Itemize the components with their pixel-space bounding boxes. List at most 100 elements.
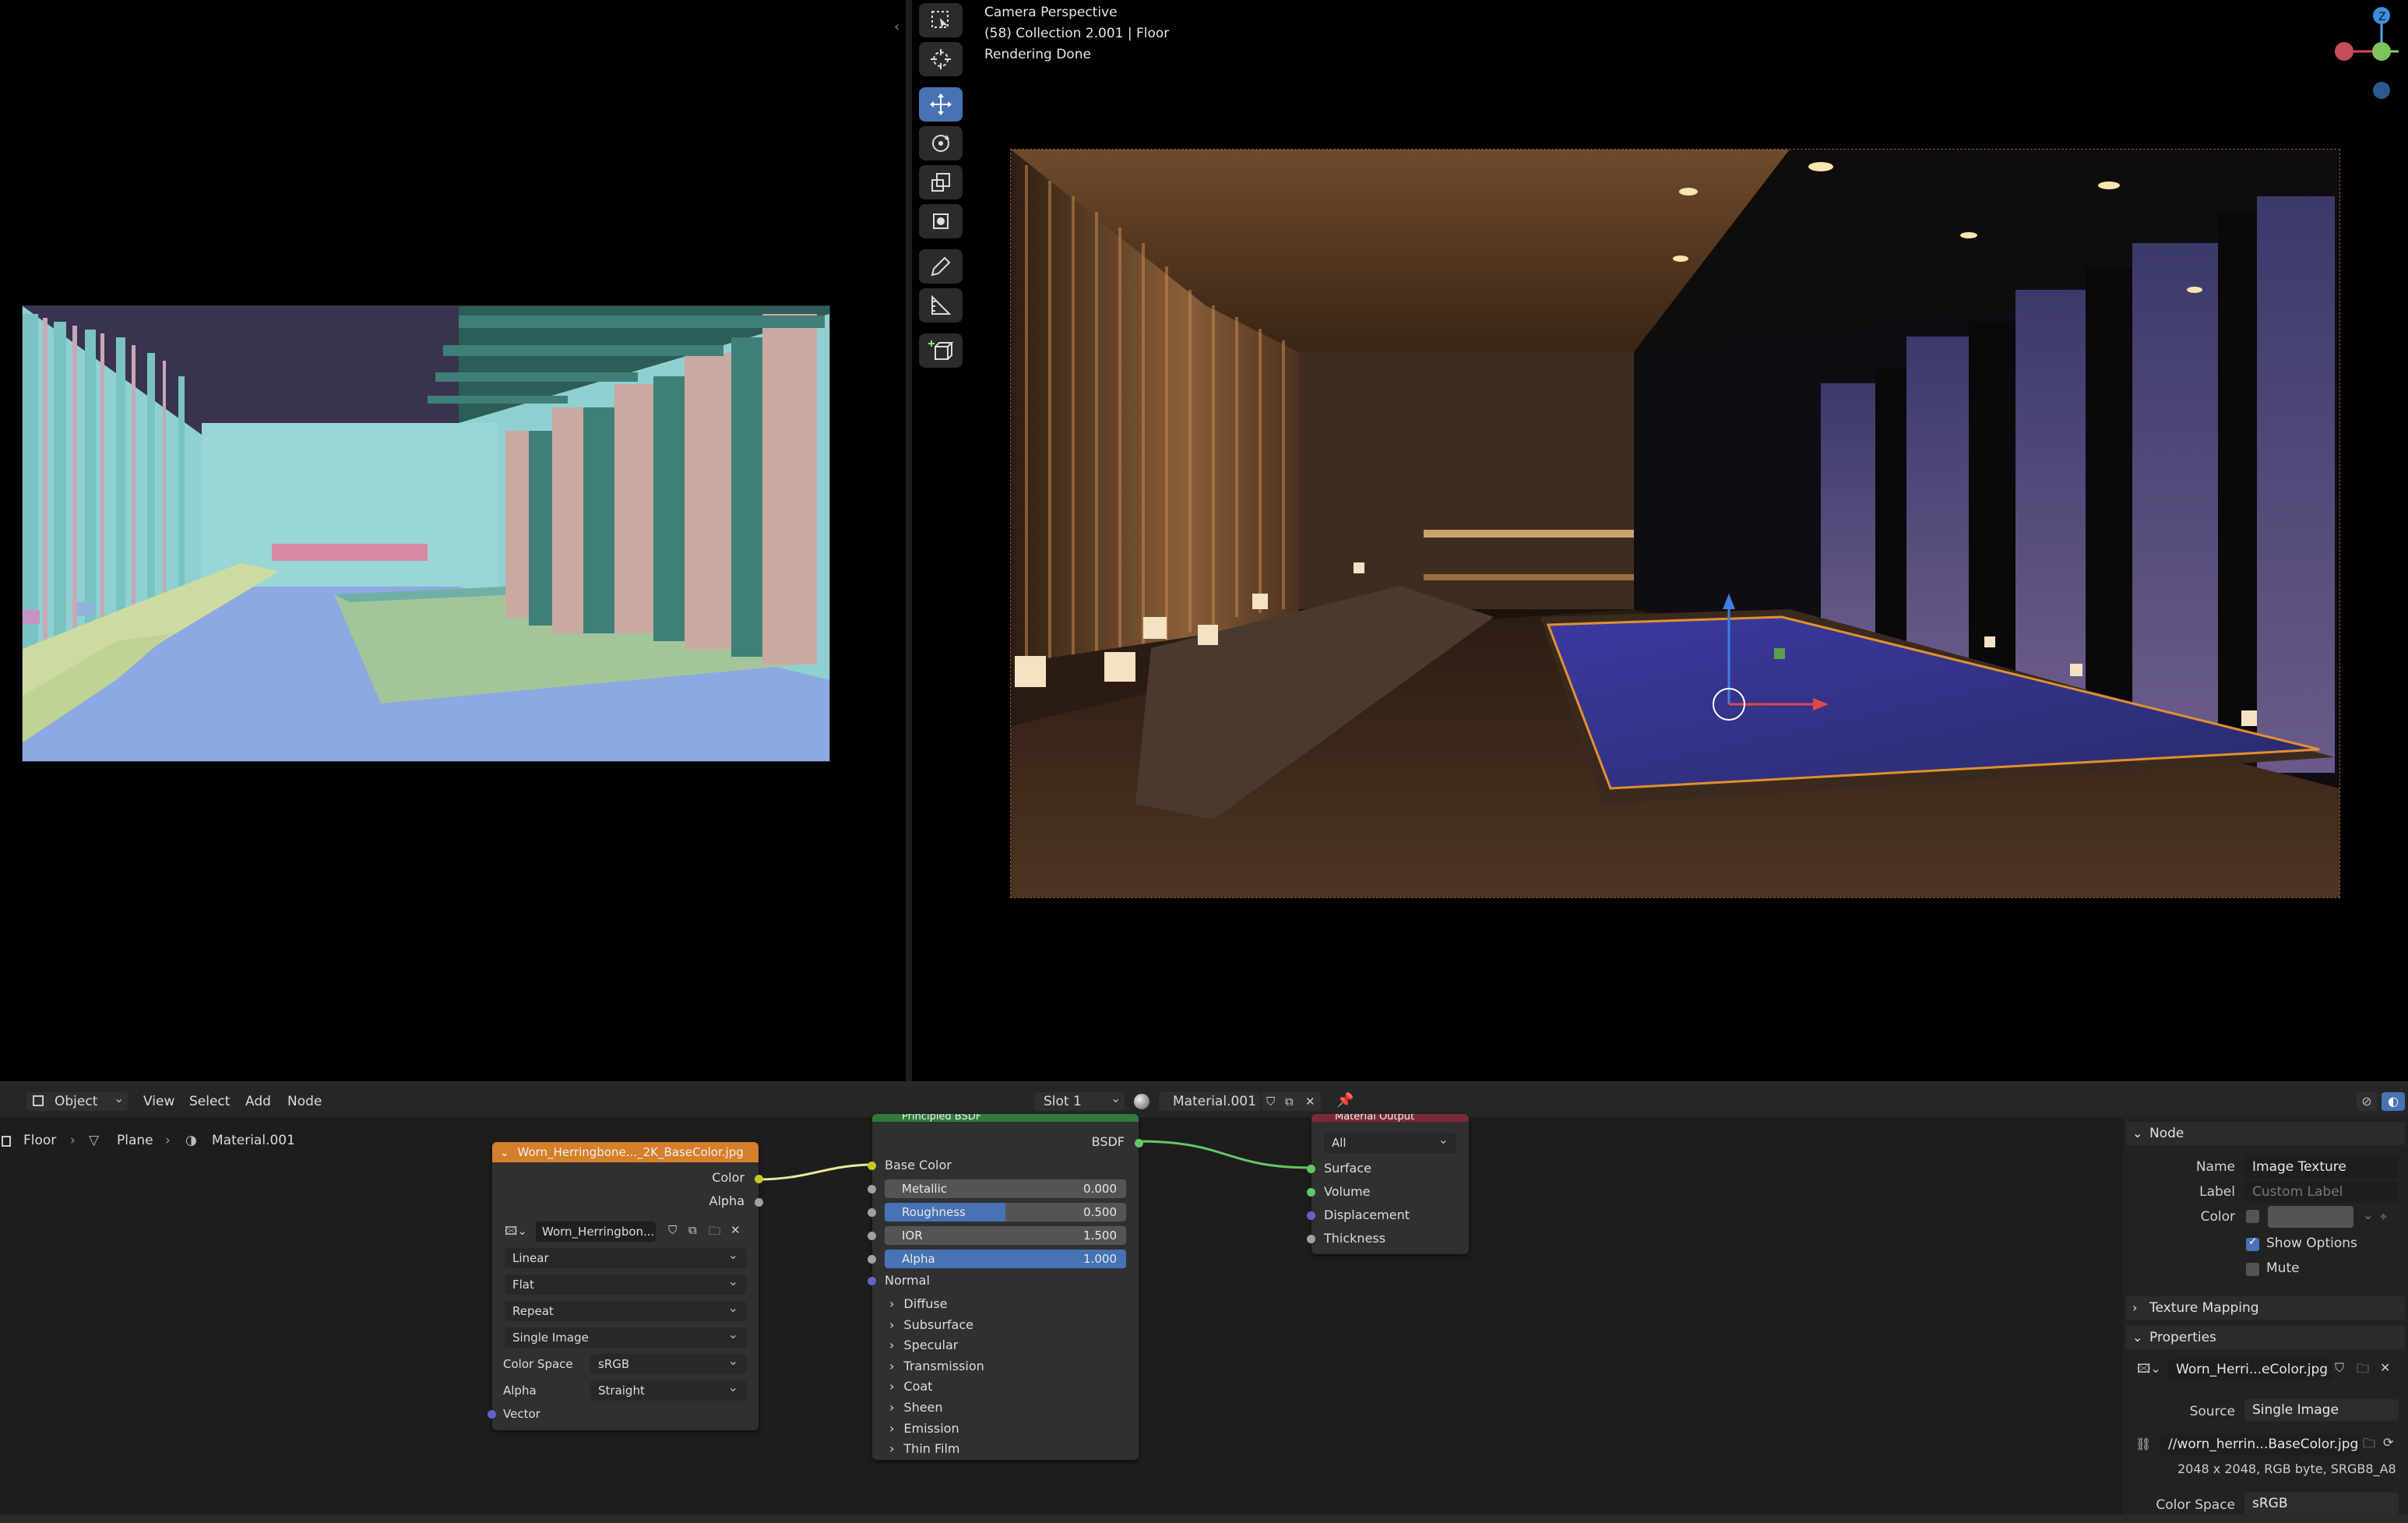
color-space-dropdown[interactable]: sRGB xyxy=(2244,1493,2399,1514)
node-label-field[interactable]: Custom Label xyxy=(2244,1181,2399,1203)
texture-mapping-section-header[interactable]: › Texture Mapping xyxy=(2126,1296,2405,1320)
alpha-value: 1.000 xyxy=(1083,1252,1117,1266)
image-browse-icon[interactable]: 🖾⌄ xyxy=(2137,1360,2161,1381)
base-color-label: Base Color xyxy=(885,1158,952,1172)
eyedropper-icon[interactable]: ⌖ xyxy=(2380,1209,2387,1225)
image-info-text: 2048 x 2048, RGB byte, SRGB8_A8 xyxy=(2177,1461,2396,1476)
alpha-mode-dropdown[interactable]: Straight xyxy=(590,1377,746,1401)
material-output-node[interactable]: Material Output All Surface Volume Displ… xyxy=(1307,1114,1469,1254)
ior-label: IOR xyxy=(902,1229,923,1243)
scale-icon xyxy=(931,173,950,192)
source-dropdown[interactable]: Single Image xyxy=(505,1324,746,1348)
image-path-field[interactable]: //worn_herrin...BaseColor.jpg xyxy=(2160,1433,2360,1455)
properties-title: Properties xyxy=(2149,1330,2216,1345)
rotate-tool[interactable] xyxy=(919,126,963,160)
metallic-field[interactable]: Metallic 0.000 xyxy=(885,1179,1126,1198)
reload-icon[interactable]: ⟳ xyxy=(2383,1435,2393,1450)
show-options-checkbox[interactable]: ✓ xyxy=(2246,1236,2259,1251)
image-texture-node-header[interactable]: ⌄ Worn_Herringbone..._2K_BaseColor.jpg xyxy=(492,1142,759,1162)
normal-socket[interactable] xyxy=(868,1277,876,1285)
panel-chevron-icon: › xyxy=(889,1420,895,1436)
volume-socket[interactable] xyxy=(1307,1188,1315,1197)
name-label: Name xyxy=(2195,1159,2235,1175)
displacement-socket[interactable] xyxy=(1307,1211,1315,1220)
annotate-tool[interactable] xyxy=(919,249,963,284)
ior-socket[interactable] xyxy=(868,1232,876,1240)
roughness-field[interactable]: Roughness 0.500 xyxy=(885,1203,1126,1222)
principled-bsdf-node[interactable]: Principled BSDF BSDF Base Color Metallic… xyxy=(868,1114,1143,1460)
image-texture-node[interactable]: ⌄ Worn_Herringbone..._2K_BaseColor.jpg C… xyxy=(488,1142,763,1430)
collapse-chevron-icon[interactable]: ⌄ xyxy=(500,1147,509,1159)
projection-dropdown[interactable]: Flat xyxy=(505,1271,746,1295)
transform-icon xyxy=(933,213,949,229)
ior-value: 1.500 xyxy=(1083,1229,1117,1243)
fake-user-shield-icon[interactable]: ⛉ xyxy=(668,1223,677,1237)
unlink-close-icon[interactable]: ✕ xyxy=(730,1223,741,1237)
interpolation-dropdown[interactable]: Linear xyxy=(505,1245,746,1268)
use-color-checkbox[interactable] xyxy=(2246,1210,2259,1223)
source-dropdown[interactable]: Single Image xyxy=(2244,1399,2399,1421)
color-space-label: Color Space xyxy=(2156,1497,2235,1513)
bsdf-node-header[interactable]: Principled BSDF xyxy=(872,1114,1139,1122)
scale-tool[interactable] xyxy=(919,165,963,199)
bsdf-panel-diffuse[interactable]: › Diffuse xyxy=(889,1296,948,1311)
collapse-chevron-icon[interactable]: ‹ xyxy=(894,19,899,35)
collection-label: (58) Collection 2.001 | Floor xyxy=(984,26,1170,41)
unlink-close-icon[interactable]: ✕ xyxy=(2380,1360,2390,1375)
thickness-socket[interactable] xyxy=(1307,1235,1315,1243)
open-folder-icon[interactable]: 🗀 xyxy=(2357,1360,2369,1381)
bsdf-panel-thin-film[interactable]: › Thin Film xyxy=(889,1441,960,1456)
render-status-label: Rendering Done xyxy=(984,47,1091,62)
bsdf-panel-sheen[interactable]: › Sheen xyxy=(889,1400,943,1415)
camera-render xyxy=(1010,149,2340,898)
mute-label: Mute xyxy=(2266,1260,2300,1276)
viewport-splitter[interactable] xyxy=(906,0,912,1083)
metallic-socket[interactable] xyxy=(868,1185,876,1193)
add-cube-tool[interactable] xyxy=(919,333,963,368)
output-node-header[interactable]: Material Output xyxy=(1311,1114,1469,1122)
surface-socket[interactable] xyxy=(1307,1165,1315,1173)
panel-label: Thin Film xyxy=(903,1441,960,1457)
bsdf-panel-transmission[interactable]: › Transmission xyxy=(889,1359,984,1373)
bsdf-panel-coat[interactable]: › Coat xyxy=(889,1379,932,1394)
image-name-field[interactable]: Worn_Herri...eColor.jpg xyxy=(2168,1359,2332,1380)
extension-dropdown[interactable]: Repeat xyxy=(505,1298,746,1321)
move-tool[interactable] xyxy=(919,87,963,122)
image-name-field[interactable]: Worn_Herringbon... xyxy=(536,1222,656,1242)
bsdf-panel-subsurface[interactable]: › Subsurface xyxy=(889,1317,973,1332)
cursor-tool[interactable] xyxy=(919,42,963,76)
output-node-title: Material Output xyxy=(1335,1114,1415,1122)
node-color-swatch[interactable] xyxy=(2268,1206,2353,1228)
camera-perspective-label: Camera Perspective xyxy=(984,5,1118,20)
measure-tool[interactable] xyxy=(919,288,963,323)
vector-input-socket[interactable] xyxy=(488,1410,496,1419)
open-folder-icon[interactable]: 🗀 xyxy=(709,1223,720,1243)
alpha-output-socket[interactable] xyxy=(755,1198,763,1207)
bsdf-panel-emission[interactable]: › Emission xyxy=(889,1421,959,1436)
chevron-down-icon[interactable]: ⌄ xyxy=(2363,1207,2373,1222)
ior-field[interactable]: IOR 1.500 xyxy=(885,1226,1126,1245)
roughness-socket[interactable] xyxy=(868,1208,876,1217)
color-output-socket[interactable] xyxy=(755,1175,763,1183)
select-box-tool[interactable] xyxy=(919,3,963,37)
node-section-header[interactable]: ⌄ Node xyxy=(2126,1122,2405,1145)
image-browse-icon[interactable]: 🖾⌄ xyxy=(505,1223,527,1243)
properties-section-header[interactable]: ⌄ Properties xyxy=(2126,1326,2405,1349)
open-folder-icon[interactable]: 🗀 xyxy=(2363,1435,2375,1456)
base-color-socket[interactable] xyxy=(868,1162,876,1170)
relative-path-icon[interactable]: ⛓ xyxy=(2135,1437,2151,1451)
duplicate-icon[interactable]: ⧉ xyxy=(688,1223,697,1237)
bsdf-output-socket[interactable] xyxy=(1135,1139,1143,1148)
transform-tool[interactable] xyxy=(919,204,963,238)
bsdf-panel-specular[interactable]: › Specular xyxy=(889,1338,958,1352)
target-dropdown[interactable]: All xyxy=(1324,1130,1456,1153)
navigation-gizmo[interactable]: Z xyxy=(2329,0,2406,109)
mute-checkbox[interactable] xyxy=(2246,1263,2259,1276)
alpha-label: Alpha xyxy=(902,1252,935,1266)
alpha-field[interactable]: Alpha 1.000 xyxy=(885,1250,1126,1268)
fake-user-shield-icon[interactable]: ⛉ xyxy=(2335,1360,2344,1376)
alpha-socket[interactable] xyxy=(868,1255,876,1264)
color-space-dropdown[interactable]: sRGB xyxy=(590,1351,746,1374)
node-name-field[interactable]: Image Texture xyxy=(2244,1156,2399,1178)
vector-input-label: Vector xyxy=(503,1407,540,1421)
